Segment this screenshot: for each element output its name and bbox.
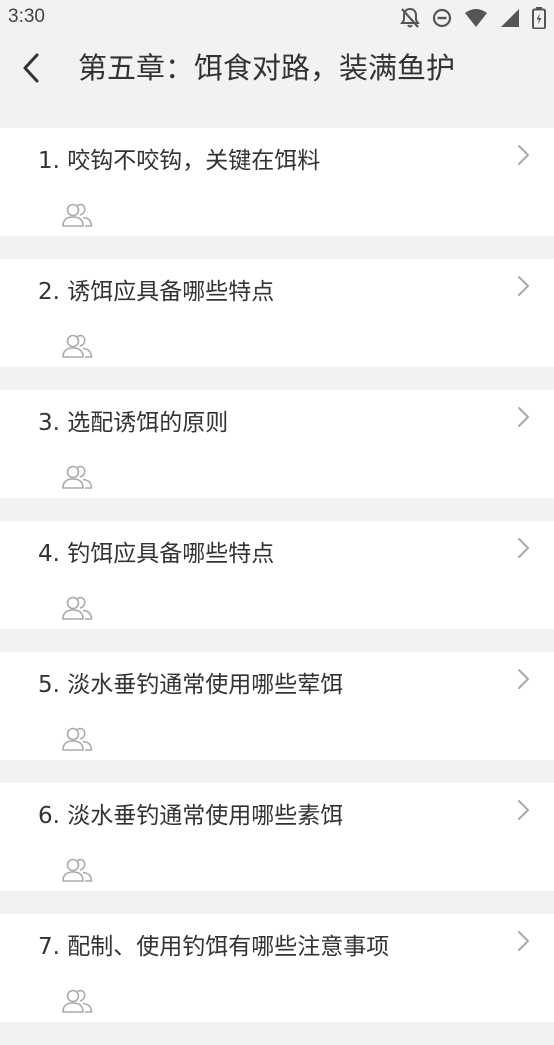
list-item[interactable]: 1. 咬钩不咬钩，关键在饵料 [0,128,554,236]
chevron-left-icon [23,53,39,83]
list-item[interactable]: 2. 诱饵应具备哪些特点 [0,259,554,367]
list-item-title: 5. 淡水垂钓通常使用哪些荤饵 [38,672,344,698]
page-title: 第五章：饵食对路，装满鱼护 [78,51,456,85]
list-item[interactable]: 4. 钓饵应具备哪些特点 [0,521,554,629]
cellular-signal-icon [500,7,520,29]
status-time: 3:30 [8,6,45,27]
users-icon [62,333,94,359]
notifications-off-icon [400,7,420,29]
chevron-right-icon [516,666,532,692]
chevron-right-icon [516,535,532,561]
battery-icon [532,7,546,29]
list-item-title: 1. 咬钩不咬钩，关键在饵料 [38,148,321,174]
list-item-title: 2. 诱饵应具备哪些特点 [38,279,275,305]
list-item[interactable]: 5. 淡水垂钓通常使用哪些荤饵 [0,652,554,760]
list-item-title: 4. 钓饵应具备哪些特点 [38,541,275,567]
users-icon [62,726,94,752]
users-icon [62,595,94,621]
status-icons [400,7,546,29]
chevron-right-icon [516,928,532,954]
chevron-right-icon [516,142,532,168]
list-item-title: 3. 选配诱饵的原则 [38,410,229,436]
users-icon [62,202,94,228]
users-icon [62,857,94,883]
header: 第五章：饵食对路，装满鱼护 [0,38,554,100]
do-not-disturb-icon [432,7,452,29]
list-item[interactable]: 6. 淡水垂钓通常使用哪些素饵 [0,783,554,891]
users-icon [62,988,94,1014]
users-icon [62,464,94,490]
status-bar: 3:30 [0,0,554,38]
list-item-title: 6. 淡水垂钓通常使用哪些素饵 [38,803,344,829]
list-item[interactable]: 3. 选配诱饵的原则 [0,390,554,498]
chevron-right-icon [516,797,532,823]
back-button[interactable] [14,50,50,86]
list-item-title: 7. 配制、使用钓饵有哪些注意事项 [38,934,390,960]
chevron-right-icon [516,404,532,430]
wifi-icon [464,7,488,29]
chevron-right-icon [516,273,532,299]
list-item[interactable]: 7. 配制、使用钓饵有哪些注意事项 [0,914,554,1022]
chapter-section-list: 1. 咬钩不咬钩，关键在饵料 2. 诱饵应具备哪些特点 3. 选配诱饵的原则 4… [0,128,554,1045]
